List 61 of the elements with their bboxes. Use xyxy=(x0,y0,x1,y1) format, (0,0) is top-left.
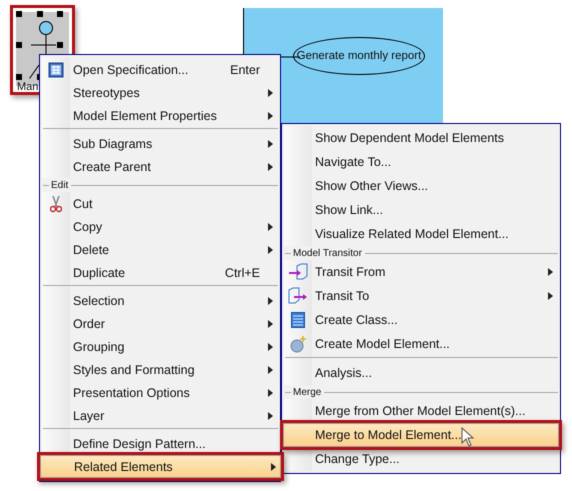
menu-item[interactable]: Layer xyxy=(42,404,278,427)
transit-to-icon xyxy=(288,287,308,305)
menu-item[interactable]: Delete xyxy=(42,238,278,261)
menu-item[interactable]: Create Class... xyxy=(284,308,558,332)
menu-item[interactable]: Change Type... xyxy=(284,447,558,471)
menu-item[interactable]: Sub Diagrams xyxy=(42,132,278,155)
submenu-arrow-icon xyxy=(268,320,272,328)
menu-item[interactable]: Duplicate Ctrl+E xyxy=(42,261,278,284)
submenu-arrow-icon xyxy=(268,88,272,96)
menu-item[interactable]: Merge from Other Model Element(s)... xyxy=(284,399,558,423)
menu-item[interactable]: Model Element Properties xyxy=(42,104,278,127)
selection-handle[interactable] xyxy=(16,74,22,80)
submenu-arrow-icon xyxy=(268,412,272,420)
submenu-arrow-icon xyxy=(268,342,272,350)
menu-item[interactable]: Define Design Pattern... xyxy=(42,432,278,455)
menu-item[interactable]: Grouping xyxy=(42,335,278,358)
menu-item[interactable]: Show Link... xyxy=(284,198,558,222)
menu-item[interactable]: Selection xyxy=(42,289,278,312)
sphere-icon xyxy=(289,335,307,353)
submenu-arrow-icon xyxy=(270,462,276,470)
selection-handle[interactable] xyxy=(16,42,22,48)
menu-item[interactable]: Create Model Element... xyxy=(284,332,558,356)
menu-item[interactable]: Related Elements xyxy=(37,452,284,481)
submenu-arrow-icon xyxy=(268,140,272,148)
submenu-arrow-icon xyxy=(268,366,272,374)
menu-item[interactable]: Analysis... xyxy=(284,361,558,385)
selection-handle[interactable] xyxy=(37,11,43,17)
menu-item[interactable]: Transit To xyxy=(284,284,558,308)
menu-item[interactable]: Order xyxy=(42,312,278,335)
transit-from-icon xyxy=(288,263,308,281)
selection-handle[interactable] xyxy=(57,42,63,48)
menu-item[interactable]: Create Parent xyxy=(42,155,278,178)
use-case[interactable]: Generate monthly report xyxy=(293,37,425,75)
menu-item[interactable]: Copy xyxy=(42,215,278,238)
submenu-arrow-icon xyxy=(268,112,272,120)
mouse-pointer-icon xyxy=(461,427,475,447)
stick-figure-leg xyxy=(29,65,39,79)
menu-item[interactable]: Navigate To... xyxy=(284,150,558,174)
submenu-arrow-icon xyxy=(548,268,552,276)
submenu-arrow-icon xyxy=(268,222,272,230)
scissors-icon xyxy=(50,194,62,212)
selection-handle[interactable] xyxy=(16,11,22,17)
selection-handle[interactable] xyxy=(57,11,63,17)
menu-item[interactable]: Visualize Related Model Element... xyxy=(284,222,558,246)
actor-box[interactable]: Man xyxy=(10,5,75,95)
submenu-arrow-icon xyxy=(268,296,272,304)
menu-item[interactable]: Cut xyxy=(42,192,278,215)
submenu-arrow-icon xyxy=(268,388,272,396)
menu-item[interactable]: Show Other Views... xyxy=(284,174,558,198)
submenu-arrow-icon xyxy=(268,246,272,254)
menu-item[interactable]: Show Dependent Model Elements xyxy=(284,126,558,150)
submenu-arrow-icon xyxy=(548,292,552,300)
document-icon xyxy=(48,62,64,78)
menu-item[interactable]: Transit From xyxy=(284,260,558,284)
menu-item[interactable]: Styles and Formatting xyxy=(42,358,278,381)
class-icon xyxy=(291,312,305,328)
stick-figure-drawing xyxy=(29,21,57,54)
submenu-arrow-icon xyxy=(268,162,272,170)
menu-item[interactable]: Presentation Options xyxy=(42,381,278,404)
actor-label: Man xyxy=(17,81,38,93)
menu-item[interactable]: Merge to Model Element... xyxy=(280,420,562,450)
